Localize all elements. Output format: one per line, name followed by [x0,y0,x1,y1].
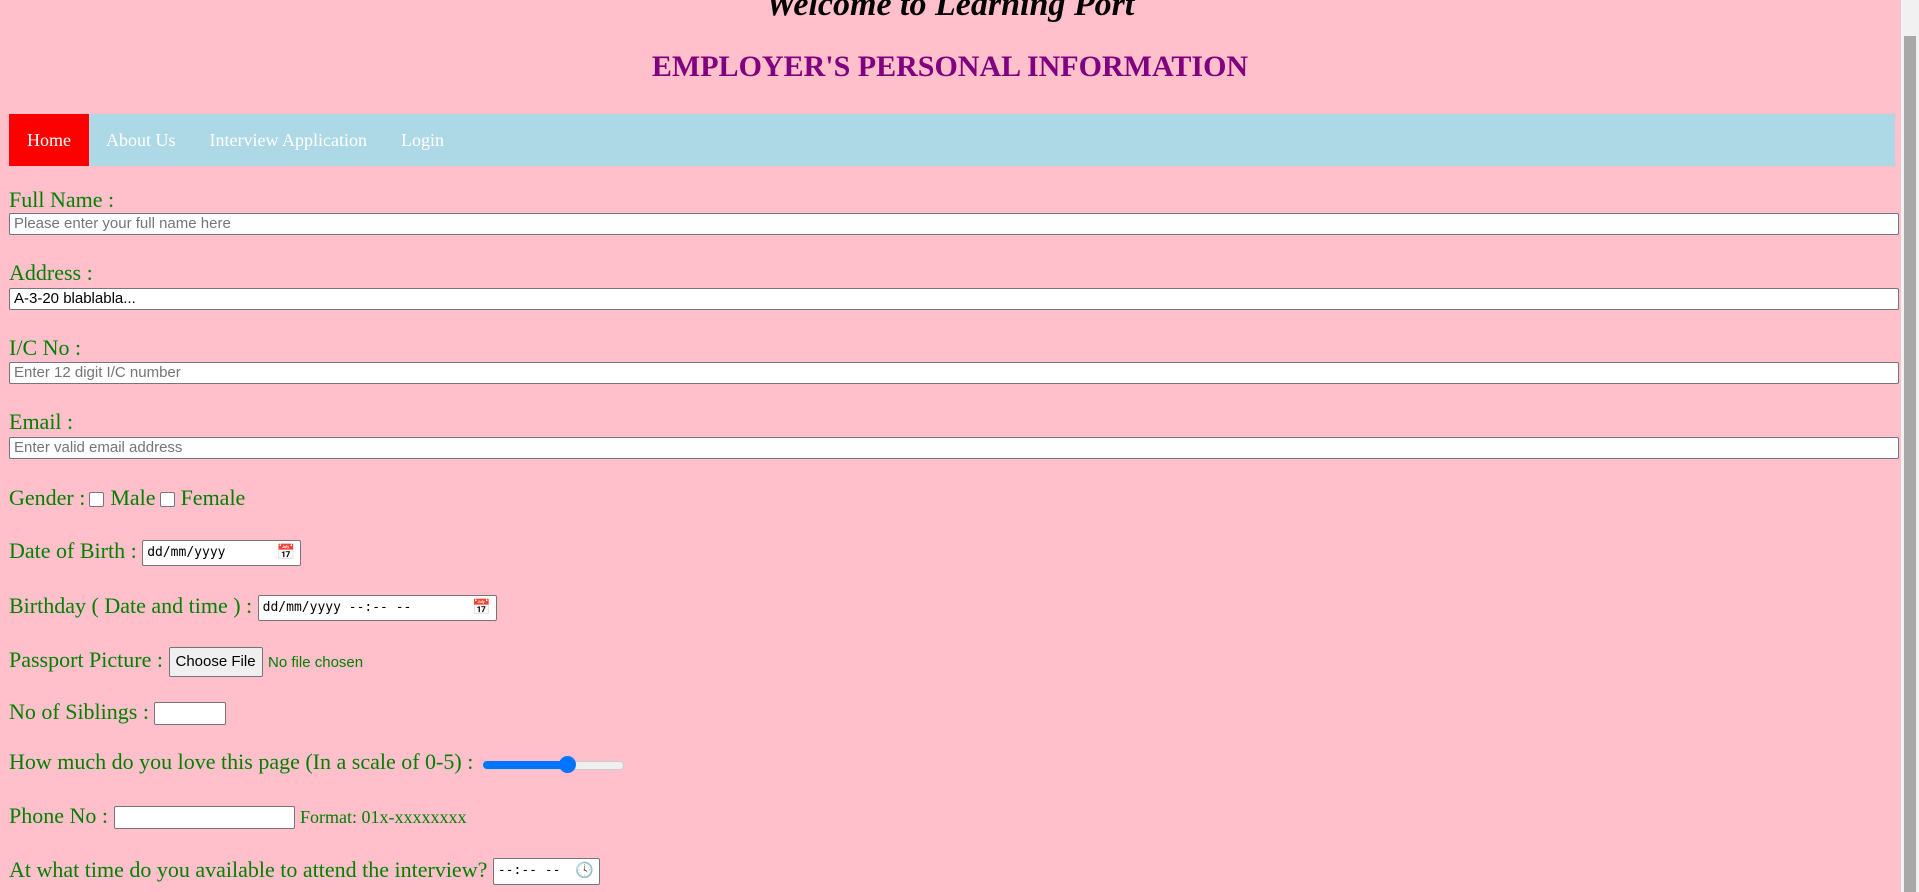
nav-bar: Home About Us Interview Application Logi… [9,114,1895,166]
female-checkbox[interactable] [159,492,175,508]
gender-row: Gender : Male Female [9,485,245,511]
interview-time-input[interactable]: --:-- -- 🕓 [492,858,600,886]
choose-file-button[interactable]: Choose File [168,647,263,677]
nav-interview-application[interactable]: Interview Application [193,114,384,166]
nav-login[interactable]: Login [384,114,461,166]
nav-home[interactable]: Home [9,114,89,166]
welcome-heading: Welcome to Learning Port [765,0,1135,23]
scrollbar-thumb[interactable] [1904,36,1916,892]
siblings-row: No of Siblings : [9,699,227,726]
siblings-input[interactable] [154,702,227,726]
clock-icon[interactable]: 🕓 [575,862,594,878]
female-label: Female [180,485,246,510]
siblings-label: No of Siblings : [9,699,149,724]
address-input[interactable]: A-3-20 blablabla... [9,288,1899,310]
file-status: No file chosen [268,654,364,672]
full-name-input[interactable]: Please enter your full name here [9,213,1899,235]
ic-input[interactable]: Enter 12 digit I/C number [9,362,1899,384]
phone-row: Phone No : Format: 01x-xxxxxxxx [9,803,467,830]
email-input[interactable]: Enter valid email address [9,437,1899,459]
dob-row: Date of Birth : dd/mm/yyyy 📅 [9,538,302,566]
email-label: Email : [9,409,74,434]
calendar-icon[interactable]: 📅 [472,599,491,615]
love-label: How much do you love this page (In a sca… [9,749,474,774]
calendar-icon[interactable]: 📅 [277,544,296,560]
birthday-row: Birthday ( Date and time ) : dd/mm/yyyy … [9,593,497,621]
love-slider[interactable] [482,755,624,773]
phone-label: Phone No : [9,803,108,828]
dob-placeholder: dd/mm/yyyy [147,544,226,560]
phone-format-hint: Format: 01x-xxxxxxxx [300,807,467,827]
dob-label: Date of Birth : [9,538,137,563]
male-checkbox[interactable] [89,492,105,508]
address-label: Address : [9,260,93,285]
dob-input[interactable]: dd/mm/yyyy 📅 [142,539,302,566]
ic-label: I/C No : [9,335,82,360]
birthday-input[interactable]: dd/mm/yyyy --:-- -- 📅 [257,594,497,621]
page-title: EMPLOYER'S PERSONAL INFORMATION [651,50,1249,83]
birthday-label: Birthday ( Date and time ) : [9,593,253,618]
gender-label: Gender : [9,485,86,510]
slider-fill [482,760,568,769]
passport-row: Passport Picture : Choose File No file c… [9,647,363,677]
full-name-label: Full Name : [9,187,115,212]
slider-thumb[interactable] [559,755,577,773]
love-row: How much do you love this page (In a sca… [9,749,624,775]
passport-label: Passport Picture : [9,647,163,673]
time-placeholder: --:-- -- [497,863,561,879]
interview-time-label: At what time do you available to attend … [9,857,488,882]
interview-time-row: At what time do you available to attend … [9,857,600,886]
birthday-placeholder: dd/mm/yyyy --:-- -- [262,599,412,615]
nav-about-us[interactable]: About Us [89,114,193,166]
phone-input[interactable] [113,806,295,830]
male-label: Male [110,485,156,510]
